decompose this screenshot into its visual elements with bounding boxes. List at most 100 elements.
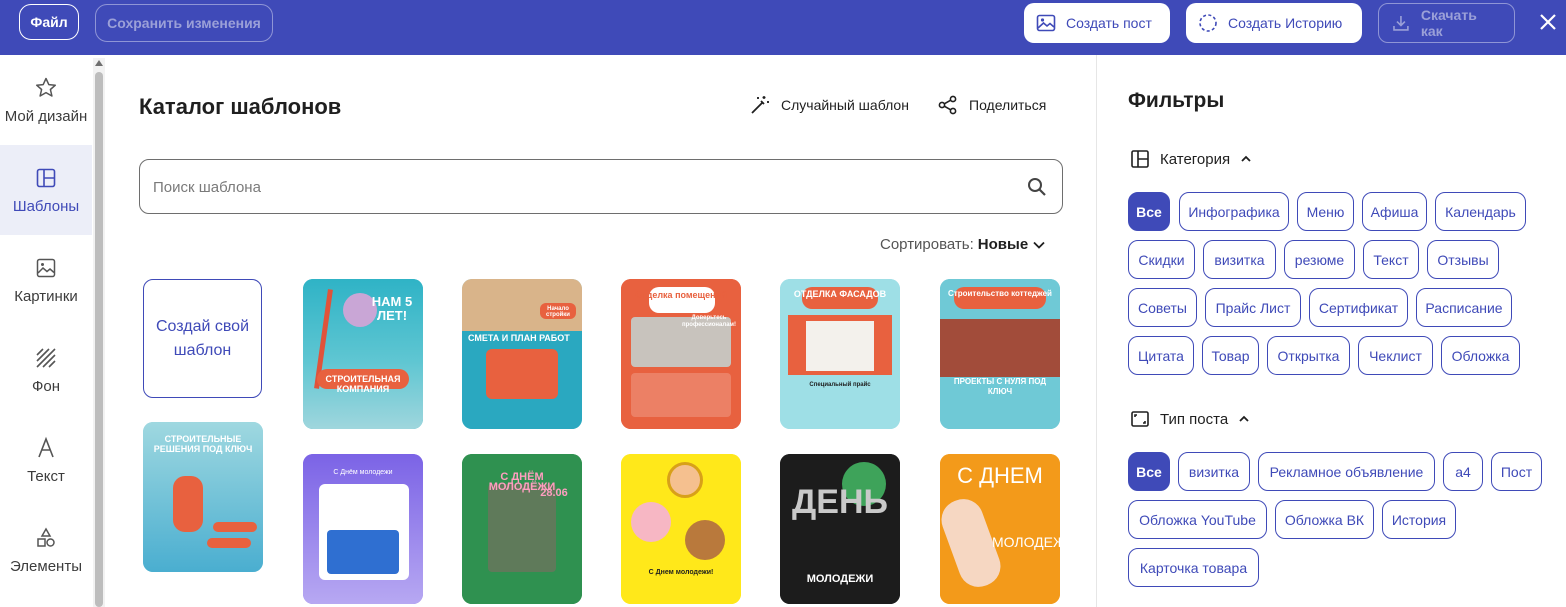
- shapes-icon: [37, 526, 55, 547]
- download-as-button[interactable]: Скачать как: [1378, 3, 1515, 43]
- sort-dropdown[interactable]: Сортировать: Новые: [880, 236, 1046, 253]
- image-icon: [1036, 14, 1056, 32]
- template-card[interactable]: С ДНЕМ МОЛОДЕЖИ: [940, 454, 1060, 604]
- chip-category[interactable]: Расписание: [1416, 288, 1512, 327]
- template-info-box: [486, 349, 558, 399]
- sidebar-item-label: Текст: [27, 467, 65, 485]
- chip-post-type[interactable]: Обложка YouTube: [1128, 500, 1267, 539]
- create-own-template-button[interactable]: Создай свой шаблон: [143, 279, 262, 398]
- sidebar-item-label: Элементы: [10, 557, 82, 575]
- chip-category[interactable]: Чеклист: [1358, 336, 1433, 375]
- chip-post-type[interactable]: Карточка товара: [1128, 548, 1259, 587]
- post-type-label: Тип поста: [1160, 410, 1229, 428]
- template-card[interactable]: НАМ 5 ЛЕТ! СТРОИТЕЛЬНАЯ КОМПАНИЯ: [303, 279, 423, 429]
- magic-wand-icon: [751, 96, 769, 114]
- chip-category[interactable]: Афиша: [1362, 192, 1427, 231]
- random-template-button[interactable]: Случайный шаблон: [749, 94, 909, 116]
- template-card[interactable]: СТРОИТЕЛЬНЫЕ РЕШЕНИЯ ПОД КЛЮЧ: [143, 422, 263, 572]
- chip-category[interactable]: Меню: [1297, 192, 1354, 231]
- template-icon: [36, 168, 56, 187]
- template-title: НАМ 5 ЛЕТ!: [371, 294, 413, 323]
- scroll-up-arrow-icon[interactable]: [95, 60, 103, 66]
- template-title: Строительство коттеджей: [948, 289, 1052, 298]
- search-input[interactable]: [153, 173, 1013, 201]
- sidebar-item-templates[interactable]: Шаблоны: [0, 145, 92, 235]
- chip-category[interactable]: визитка: [1203, 240, 1276, 279]
- sidebar-item-my-design[interactable]: Мой дизайн: [0, 55, 92, 145]
- template-photo: [327, 530, 399, 574]
- chip-category[interactable]: Открытка: [1267, 336, 1350, 375]
- file-button[interactable]: Файл: [19, 4, 79, 40]
- chip-category[interactable]: Прайс Лист: [1205, 288, 1301, 327]
- template-facade: [806, 321, 874, 371]
- sidebar: Мой дизайн Шаблоны Картинки Фон Текст Эл…: [0, 55, 92, 607]
- download-as-label: Скачать как: [1420, 7, 1477, 39]
- category-label: Категория: [1160, 150, 1231, 168]
- sidebar-scrollbar-thumb[interactable]: [95, 72, 103, 607]
- chip-category[interactable]: Отзывы: [1427, 240, 1499, 279]
- create-story-button[interactable]: Создать Историю: [1186, 3, 1362, 43]
- post-type-section-toggle[interactable]: Тип поста: [1130, 409, 1250, 429]
- chip-post-type[interactable]: визитка: [1178, 452, 1250, 491]
- chip-category[interactable]: Советы: [1128, 288, 1197, 327]
- template-photo: [940, 319, 1060, 377]
- chip-post-type[interactable]: Все: [1128, 452, 1170, 491]
- sort-value: Новые: [977, 236, 1029, 253]
- chip-category[interactable]: Товар: [1202, 336, 1259, 375]
- chip-category[interactable]: Все: [1128, 192, 1170, 231]
- template-card[interactable]: Строительство коттеджей ПРОЕКТЫ С НУЛЯ П…: [940, 279, 1060, 429]
- phone-shape: [173, 476, 203, 532]
- chip-post-type[interactable]: а4: [1443, 452, 1483, 491]
- chip-post-type[interactable]: История: [1382, 500, 1456, 539]
- page-title: Каталог шаблонов: [139, 94, 342, 119]
- template-card[interactable]: С ДНЁМ МОЛОДЁЖИ 28.06: [462, 454, 582, 604]
- chip-category[interactable]: Календарь: [1435, 192, 1526, 231]
- top-bar: Файл Сохранить изменения Создать пост Со…: [0, 0, 1566, 55]
- sidebar-item-images[interactable]: Картинки: [0, 235, 92, 325]
- share-label: Поделиться: [969, 97, 1047, 113]
- chip-category[interactable]: Сертификат: [1309, 288, 1408, 327]
- template-card[interactable]: СМЕТА И ПЛАН РАБОТ Начало стройки: [462, 279, 582, 429]
- close-icon[interactable]: [1536, 10, 1560, 34]
- sort-prefix: Сортировать:: [880, 236, 974, 253]
- chip-post-type[interactable]: Рекламное объявление: [1258, 452, 1435, 491]
- filters-title: Фильтры: [1128, 89, 1225, 112]
- chip-category[interactable]: Текст: [1363, 240, 1419, 279]
- template-title: С Днем молодежи!: [648, 569, 714, 576]
- chip-category[interactable]: Обложка: [1441, 336, 1520, 375]
- search-box: [139, 159, 1063, 214]
- share-button[interactable]: Поделиться: [937, 94, 1046, 116]
- template-subtitle: МОЛОДЕЖИ: [992, 534, 1060, 550]
- chip-post-type[interactable]: Пост: [1491, 452, 1542, 491]
- template-tag: [207, 538, 251, 548]
- create-story-label: Создать Историю: [1228, 15, 1343, 31]
- chip-category[interactable]: Инфографика: [1179, 192, 1289, 231]
- template-card[interactable]: ОТДЕЛКА ФАСАДОВ Специальный прайс: [780, 279, 900, 429]
- sidebar-item-label: Картинки: [14, 287, 78, 305]
- template-card[interactable]: С Днем молодежи!: [621, 454, 741, 604]
- template-subtitle: МОЛОДЕЖИ: [806, 573, 874, 585]
- template-card[interactable]: С Днём молодежи: [303, 454, 423, 604]
- create-post-button[interactable]: Создать пост: [1024, 3, 1170, 43]
- sidebar-item-background[interactable]: Фон: [0, 325, 92, 415]
- sidebar-item-label: Шаблоны: [12, 197, 80, 215]
- chip-post-type[interactable]: Обложка ВК: [1275, 500, 1374, 539]
- chip-category[interactable]: резюме: [1284, 240, 1355, 279]
- template-card[interactable]: Отделка помещений Доверьтесь профессиона…: [621, 279, 741, 429]
- share-icon: [938, 95, 957, 115]
- chip-category[interactable]: Цитата: [1128, 336, 1194, 375]
- save-changes-button[interactable]: Сохранить изменения: [95, 4, 273, 42]
- template-subtitle: Доверьтесь профессионалам!: [682, 315, 736, 328]
- emoji-face: [685, 520, 725, 560]
- chip-category[interactable]: Скидки: [1128, 240, 1195, 279]
- category-section-toggle[interactable]: Категория: [1130, 149, 1252, 169]
- search-icon[interactable]: [1026, 176, 1048, 198]
- sidebar-item-elements[interactable]: Элементы: [0, 505, 92, 595]
- chevron-up-icon: [1239, 415, 1249, 422]
- category-icon: [1131, 150, 1149, 168]
- template-title: Отделка помещений: [635, 290, 727, 300]
- chevron-up-icon: [1241, 155, 1251, 162]
- template-card[interactable]: ДЕНЬ МОЛОДЕЖИ: [780, 454, 900, 604]
- chevron-down-icon: [1033, 241, 1045, 249]
- sidebar-item-text[interactable]: Текст: [0, 415, 92, 505]
